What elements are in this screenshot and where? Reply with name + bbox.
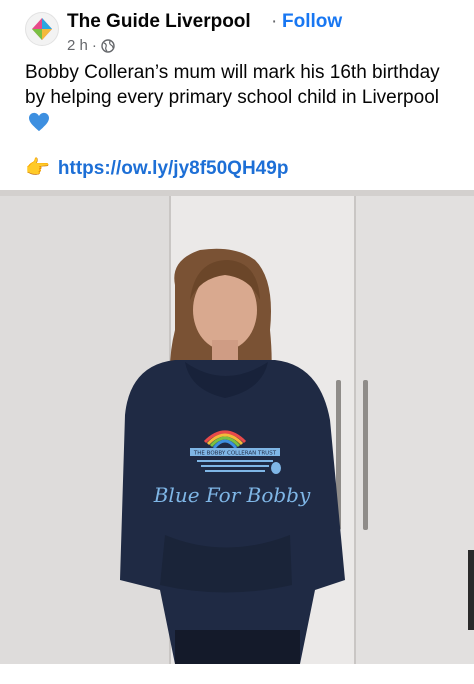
timestamp[interactable]: 2 h — [67, 37, 88, 54]
post-header: The Guide Liverpool · Follow 2 h · — [0, 0, 474, 60]
photo-scene: THE BOBBY COLLERAN TRUST Blue For Bobby — [0, 190, 474, 664]
link-line: 👉 https://ow.ly/jy8f50QH49p — [25, 156, 288, 181]
pointing-hand-icon: 👉 — [25, 157, 50, 179]
blue-heart-icon — [29, 112, 49, 132]
separator-dot: · — [271, 11, 278, 32]
page-name[interactable]: The Guide Liverpool — [67, 11, 251, 33]
post-body: Bobby Colleran’s mum will mark his 16th … — [25, 60, 455, 135]
post-meta: 2 h · — [67, 37, 115, 54]
globe-icon — [101, 38, 115, 53]
post-text: Bobby Colleran’s mum will mark his 16th … — [25, 62, 440, 108]
meta-separator: · — [91, 37, 97, 54]
post-link[interactable]: https://ow.ly/jy8f50QH49p — [58, 156, 289, 181]
hoodie-banner: THE BOBBY COLLERAN TRUST — [193, 451, 277, 457]
page-avatar[interactable] — [25, 12, 59, 46]
follow-button[interactable]: Follow — [282, 11, 342, 33]
hoodie-text: Blue For Bobby — [153, 483, 311, 507]
cupboard-handle — [363, 380, 368, 530]
post-photo[interactable]: THE BOBBY COLLERAN TRUST Blue For Bobby — [0, 190, 474, 664]
